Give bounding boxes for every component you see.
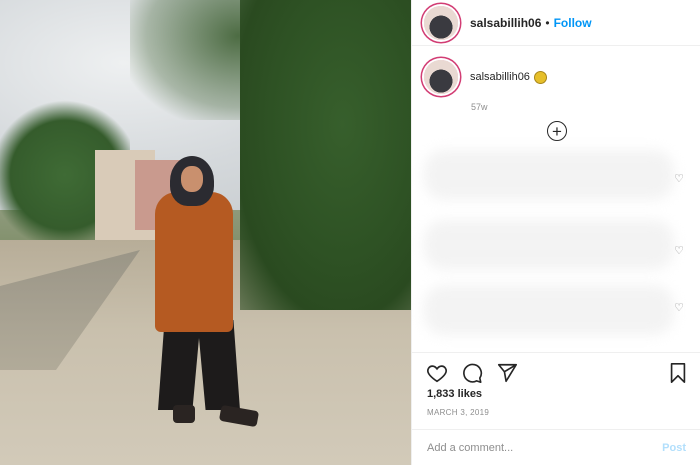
heart-icon[interactable]: ♡ [674,301,684,314]
photo-trees-right [240,0,411,310]
blurred-comment [424,285,674,335]
comment-input[interactable] [427,441,663,454]
caption: salsabillih06 57w [424,60,700,112]
share-icon[interactable] [496,362,518,384]
photo-person-face [181,166,203,192]
header-username[interactable]: salsabillih06 [470,16,541,30]
blurred-comment [424,220,674,270]
photo-person-body [155,192,233,332]
post-header: salsabillih06 • Follow [412,0,700,46]
post-date: MARCH 3, 2019 [427,408,490,417]
verified-badge-icon [533,70,547,84]
likes-count[interactable]: 1,833 likes [427,388,482,400]
follow-button[interactable]: Follow [554,16,592,30]
post-side-panel: salsabillih06 • Follow salsabillih06 57w… [411,0,700,465]
post-photo[interactable] [0,0,411,465]
avatar[interactable] [424,60,458,94]
bookmark-icon[interactable] [667,362,689,384]
separator-dot: • [545,15,550,30]
action-bar [412,352,700,392]
heart-icon[interactable] [426,362,448,384]
blurred-comment [424,150,674,200]
post-button[interactable]: Post [662,442,686,454]
photo-shoe [173,405,195,423]
heart-icon[interactable]: ♡ [674,172,684,185]
comment-form: Post [412,429,700,465]
caption-timestamp[interactable]: 57w [471,102,700,112]
avatar[interactable] [424,5,458,40]
heart-icon[interactable]: ♡ [674,244,684,257]
plus-circle-icon[interactable]: + [547,121,567,141]
comment-icon[interactable] [461,362,483,384]
caption-username[interactable]: salsabillih06 [470,71,530,83]
comment-list: ♡ ♡ ♡ [424,150,694,355]
